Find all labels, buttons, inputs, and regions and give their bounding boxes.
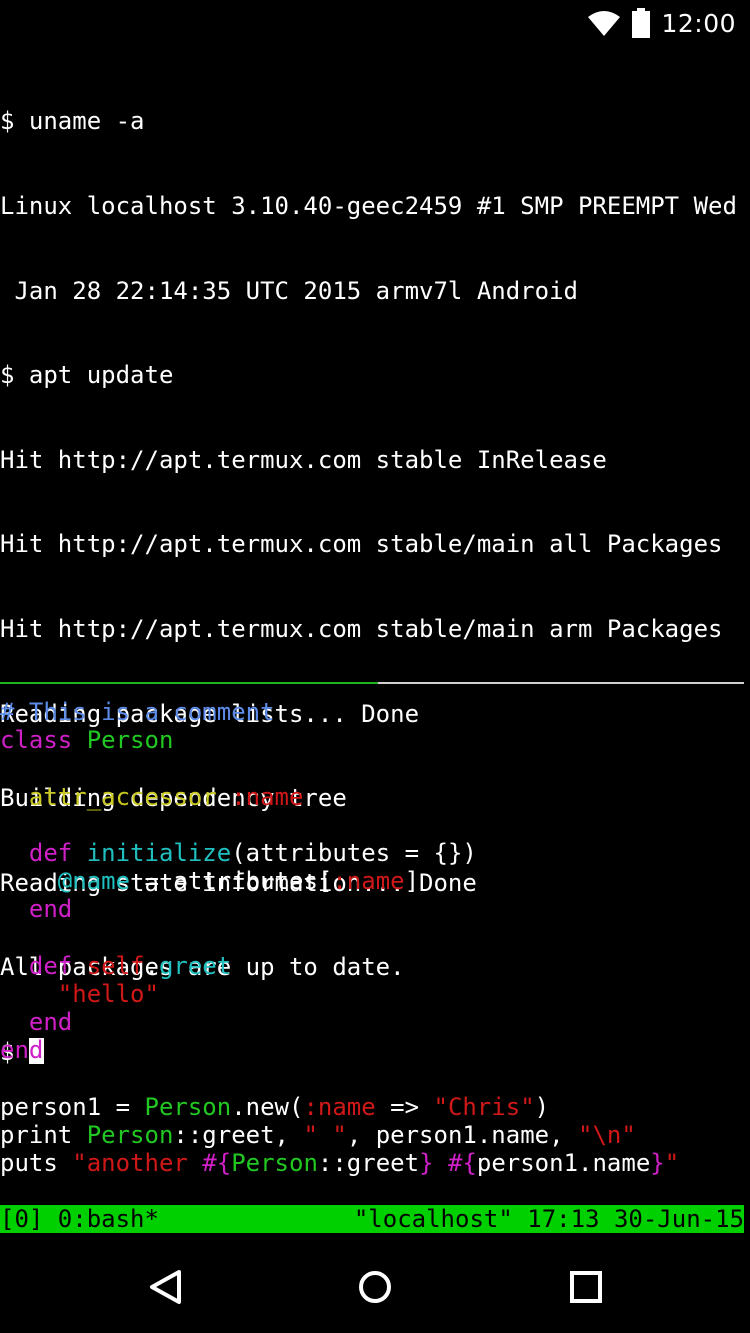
code-token: .new( — [231, 1092, 304, 1121]
code-token: } — [650, 1149, 665, 1177]
code-line: attr_accessor :name — [0, 783, 750, 811]
back-icon — [148, 1269, 182, 1309]
recents-button[interactable] — [536, 1245, 636, 1333]
home-icon — [357, 1269, 393, 1309]
code-token: ::greet — [317, 1149, 420, 1177]
code-line: puts "another #{Person::greet} #{person1… — [0, 1149, 750, 1177]
code-token: def — [28, 951, 87, 980]
inactive-pane-border — [378, 682, 744, 684]
home-button[interactable] — [325, 1245, 425, 1333]
code-token: Person — [86, 1120, 174, 1149]
code-token: ] — [404, 867, 420, 896]
code-line: end — [0, 1036, 750, 1064]
back-button[interactable] — [115, 1245, 215, 1333]
navigation-bar — [0, 1245, 750, 1333]
terminal-line: Hit http://apt.termux.com stable InRelea… — [0, 445, 607, 474]
code-token: " " — [303, 1120, 347, 1149]
code-token: :name — [303, 1092, 376, 1121]
pane-divider[interactable] — [0, 682, 744, 684]
code-token: "hello" — [57, 979, 159, 1008]
code-token: print — [0, 1120, 87, 1149]
wifi-icon — [587, 9, 621, 37]
terminal-line: Linux localhost 3.10.40-geec2459 #1 SMP … — [0, 192, 737, 220]
code-line: # This is a comment — [0, 698, 750, 726]
battery-icon — [631, 8, 651, 38]
code-token: self — [86, 951, 145, 980]
terminal-line: $ uname -a — [0, 107, 145, 136]
code-token: puts — [0, 1149, 73, 1177]
code-token: } — [419, 1149, 434, 1177]
code-token: attr_accessor — [28, 782, 232, 811]
code-token: "\n" — [578, 1120, 636, 1149]
code-token: = attributes[ — [130, 867, 333, 896]
code-token: " — [664, 1149, 680, 1177]
code-token: :name — [332, 867, 405, 896]
code-token: (attributes = {}) — [231, 838, 477, 867]
terminal-line: Hit http://apt.termux.com stable/main ar… — [0, 614, 723, 643]
recents-icon — [569, 1270, 603, 1308]
code-editor-pane[interactable]: # This is a comment class Person attr_acc… — [0, 698, 750, 1177]
status-time: 12:00 — [661, 8, 736, 38]
code-token: end — [28, 1008, 73, 1037]
code-token: #{ — [202, 1149, 232, 1177]
code-token: class — [0, 726, 87, 755]
code-token: "Chris" — [433, 1092, 535, 1121]
code-token: Person — [144, 1092, 232, 1121]
code-line: person1 = Person.new(:name => "Chris") — [0, 1093, 750, 1121]
code-line: end — [0, 895, 750, 923]
code-token: ) — [534, 1092, 550, 1121]
code-token: ::greet, — [173, 1120, 304, 1149]
code-token: Person — [231, 1149, 318, 1177]
code-token: @name — [57, 867, 131, 896]
tmux-status-bar: [0] 0:bash* "localhost" 17:13 30-Jun-15 — [0, 1205, 744, 1233]
code-token: => — [375, 1092, 434, 1121]
terminal-line: Jan 28 22:14:35 UTC 2015 armv7l Android — [0, 276, 578, 305]
code-token: end — [0, 1036, 44, 1065]
code-line: class Person — [0, 726, 750, 754]
tmux-host-clock: "localhost" 17:13 30-Jun-15 — [353, 1205, 744, 1233]
status-bar: 12:00 — [0, 0, 750, 46]
code-token: person1 = — [0, 1092, 145, 1121]
code-line: print Person::greet, " ", person1.name, … — [0, 1121, 750, 1149]
code-line: "hello" — [0, 980, 750, 1008]
code-token: greet — [158, 951, 232, 980]
code-line: @name = attributes[:name] — [0, 867, 750, 895]
code-token: "another — [72, 1149, 203, 1177]
terminal-line: Hit http://apt.termux.com stable/main al… — [0, 530, 723, 559]
code-token: person1.name — [476, 1149, 651, 1177]
active-pane-border — [0, 682, 378, 684]
code-token: end — [28, 895, 73, 924]
code-token: , person1.name, — [346, 1120, 578, 1149]
code-token: #{ — [447, 1149, 477, 1177]
code-token: . — [144, 951, 159, 980]
code-line: def initialize(attributes = {}) — [0, 839, 750, 867]
code-token: # This is a comment — [0, 698, 275, 726]
code-line: end — [0, 1008, 750, 1036]
terminal-line: $ apt update — [0, 361, 174, 390]
code-token: :name — [231, 782, 304, 811]
code-line: def self.greet — [0, 952, 750, 980]
code-token: initialize — [86, 838, 232, 867]
code-token: Person — [86, 726, 174, 755]
code-token: def — [28, 838, 87, 867]
tmux-window-list[interactable]: [0] 0:bash* — [0, 1205, 159, 1233]
